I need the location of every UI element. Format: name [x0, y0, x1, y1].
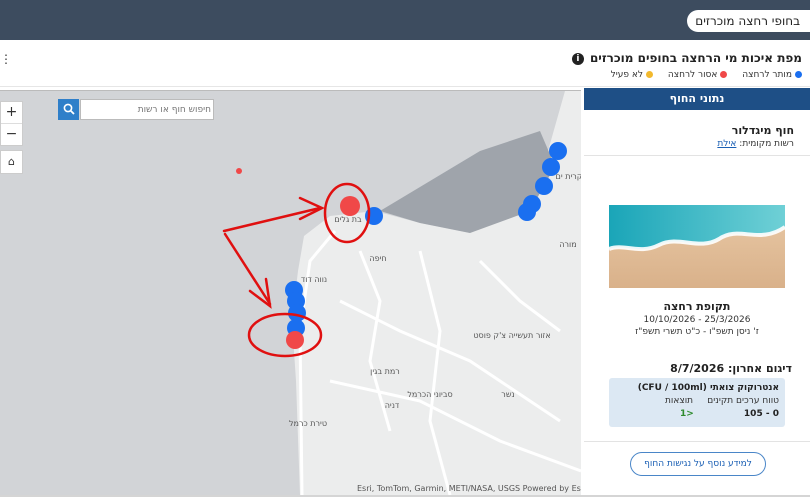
- top-bar: בחופי רחצה מוכרזים: [0, 0, 810, 40]
- beach-marker-forbidden[interactable]: [286, 331, 304, 349]
- zoom-in-button[interactable]: +: [1, 102, 22, 124]
- place-label: קרית ים: [556, 172, 581, 181]
- result-box: אנטרוקוק צואתי (CFU / 100ml) טווח ערכים …: [609, 378, 785, 427]
- map-view[interactable]: קרית ים בת גלים חיפה נווה דוד אזור תעשיי…: [0, 90, 581, 495]
- accessibility-info-button[interactable]: למידע נוסף על נגישות החוף: [630, 452, 766, 476]
- home-button[interactable]: ⌂: [0, 150, 23, 174]
- divider: [584, 155, 810, 156]
- search-input[interactable]: [80, 99, 214, 120]
- legend-label: מותר לרחצה: [742, 70, 792, 80]
- map-canvas[interactable]: קרית ים בת גלים חיפה נווה דוד אזור תעשיי…: [0, 91, 581, 495]
- place-label: סביוני הכרמל: [407, 390, 452, 399]
- beach-marker-allowed[interactable]: [535, 177, 553, 195]
- divider: [584, 441, 810, 442]
- local-authority: רשות מקומית: אילת: [717, 139, 794, 149]
- legend: מותר לרחצה אסור לרחצה לא פעיל: [599, 70, 802, 80]
- legend-item-forbidden: אסור לרחצה: [668, 70, 728, 80]
- legend-label: אסור לרחצה: [667, 70, 718, 80]
- search-icon: [63, 103, 75, 115]
- map-attribution[interactable]: Esri, TomTom, Garmin, METI/NASA, USGS Po…: [357, 484, 581, 493]
- info-icon[interactable]: i: [571, 52, 584, 65]
- place-label: מורה: [559, 240, 576, 249]
- authority-label: רשות מקומית:: [739, 139, 794, 149]
- result-title: אנטרוקוק צואתי (CFU / 100ml): [637, 383, 779, 393]
- place-label: בת גלים: [334, 215, 362, 224]
- beach-image: [609, 205, 785, 288]
- beach-marker-allowed[interactable]: [542, 158, 560, 176]
- place-label: נווה דוד: [301, 275, 327, 284]
- season-title: תקופת רחצה: [663, 300, 731, 313]
- place-label: דניה: [385, 401, 400, 410]
- page-title-text: מפת איכות מי הרחצה בחופים מוכרזים: [589, 51, 802, 65]
- beach-marker-forbidden[interactable]: [340, 196, 360, 216]
- legend-item-inactive: לא פעיל: [611, 70, 653, 80]
- range-value: 0 - 105: [743, 409, 779, 419]
- title-pill: בחופי רחצה מוכרזים: [687, 10, 810, 32]
- range-header: טווח ערכים תקינים: [707, 396, 779, 406]
- season-hebrew-dates: ז' ניסן תשפ"ו - כ"ט תשרי תשפ"ז: [635, 327, 759, 337]
- last-sample: דיגום אחרון: 8/7/2026: [670, 362, 792, 375]
- result-value: <1: [680, 409, 694, 419]
- zoom-out-button[interactable]: −: [1, 124, 22, 145]
- allowed-dot-icon: [795, 71, 802, 78]
- legend-item-allowed: מותר לרחצה: [742, 70, 802, 80]
- beach-photo: [609, 205, 785, 288]
- place-label: אזור תעשייה צ'ק פוסט: [473, 331, 550, 340]
- beach-marker-allowed[interactable]: [518, 203, 536, 221]
- beach-info-panel: נתוני החוף חוף מיגדלור רשות מקומית: אילת…: [584, 88, 810, 497]
- page-title: מפת איכות מי הרחצה בחופים מוכרזים i: [571, 51, 802, 65]
- search-button[interactable]: [58, 99, 79, 120]
- forbidden-dot-icon: [720, 71, 728, 78]
- results-header: תוצאות: [665, 396, 694, 406]
- panel-header: נתוני החוף: [584, 88, 810, 110]
- more-options-icon[interactable]: ⋮: [0, 52, 12, 66]
- inactive-dot-icon: [645, 71, 653, 78]
- place-label: נשר: [501, 390, 514, 399]
- place-label: חיפה: [369, 254, 386, 263]
- beach-marker-allowed[interactable]: [549, 142, 567, 160]
- legend-label: לא פעיל: [610, 70, 643, 80]
- divider: [0, 86, 810, 87]
- beach-marker-forbidden[interactable]: [236, 168, 242, 174]
- authority-link[interactable]: אילת: [717, 139, 736, 149]
- place-label: טירת כרמל: [289, 419, 327, 428]
- zoom-controls: + −: [0, 101, 23, 146]
- season-dates: 10/10/2026 - 25/3/2026: [643, 315, 751, 325]
- place-label: רמת בגין: [370, 367, 400, 376]
- beach-name: חוף מיגדלור: [731, 124, 794, 137]
